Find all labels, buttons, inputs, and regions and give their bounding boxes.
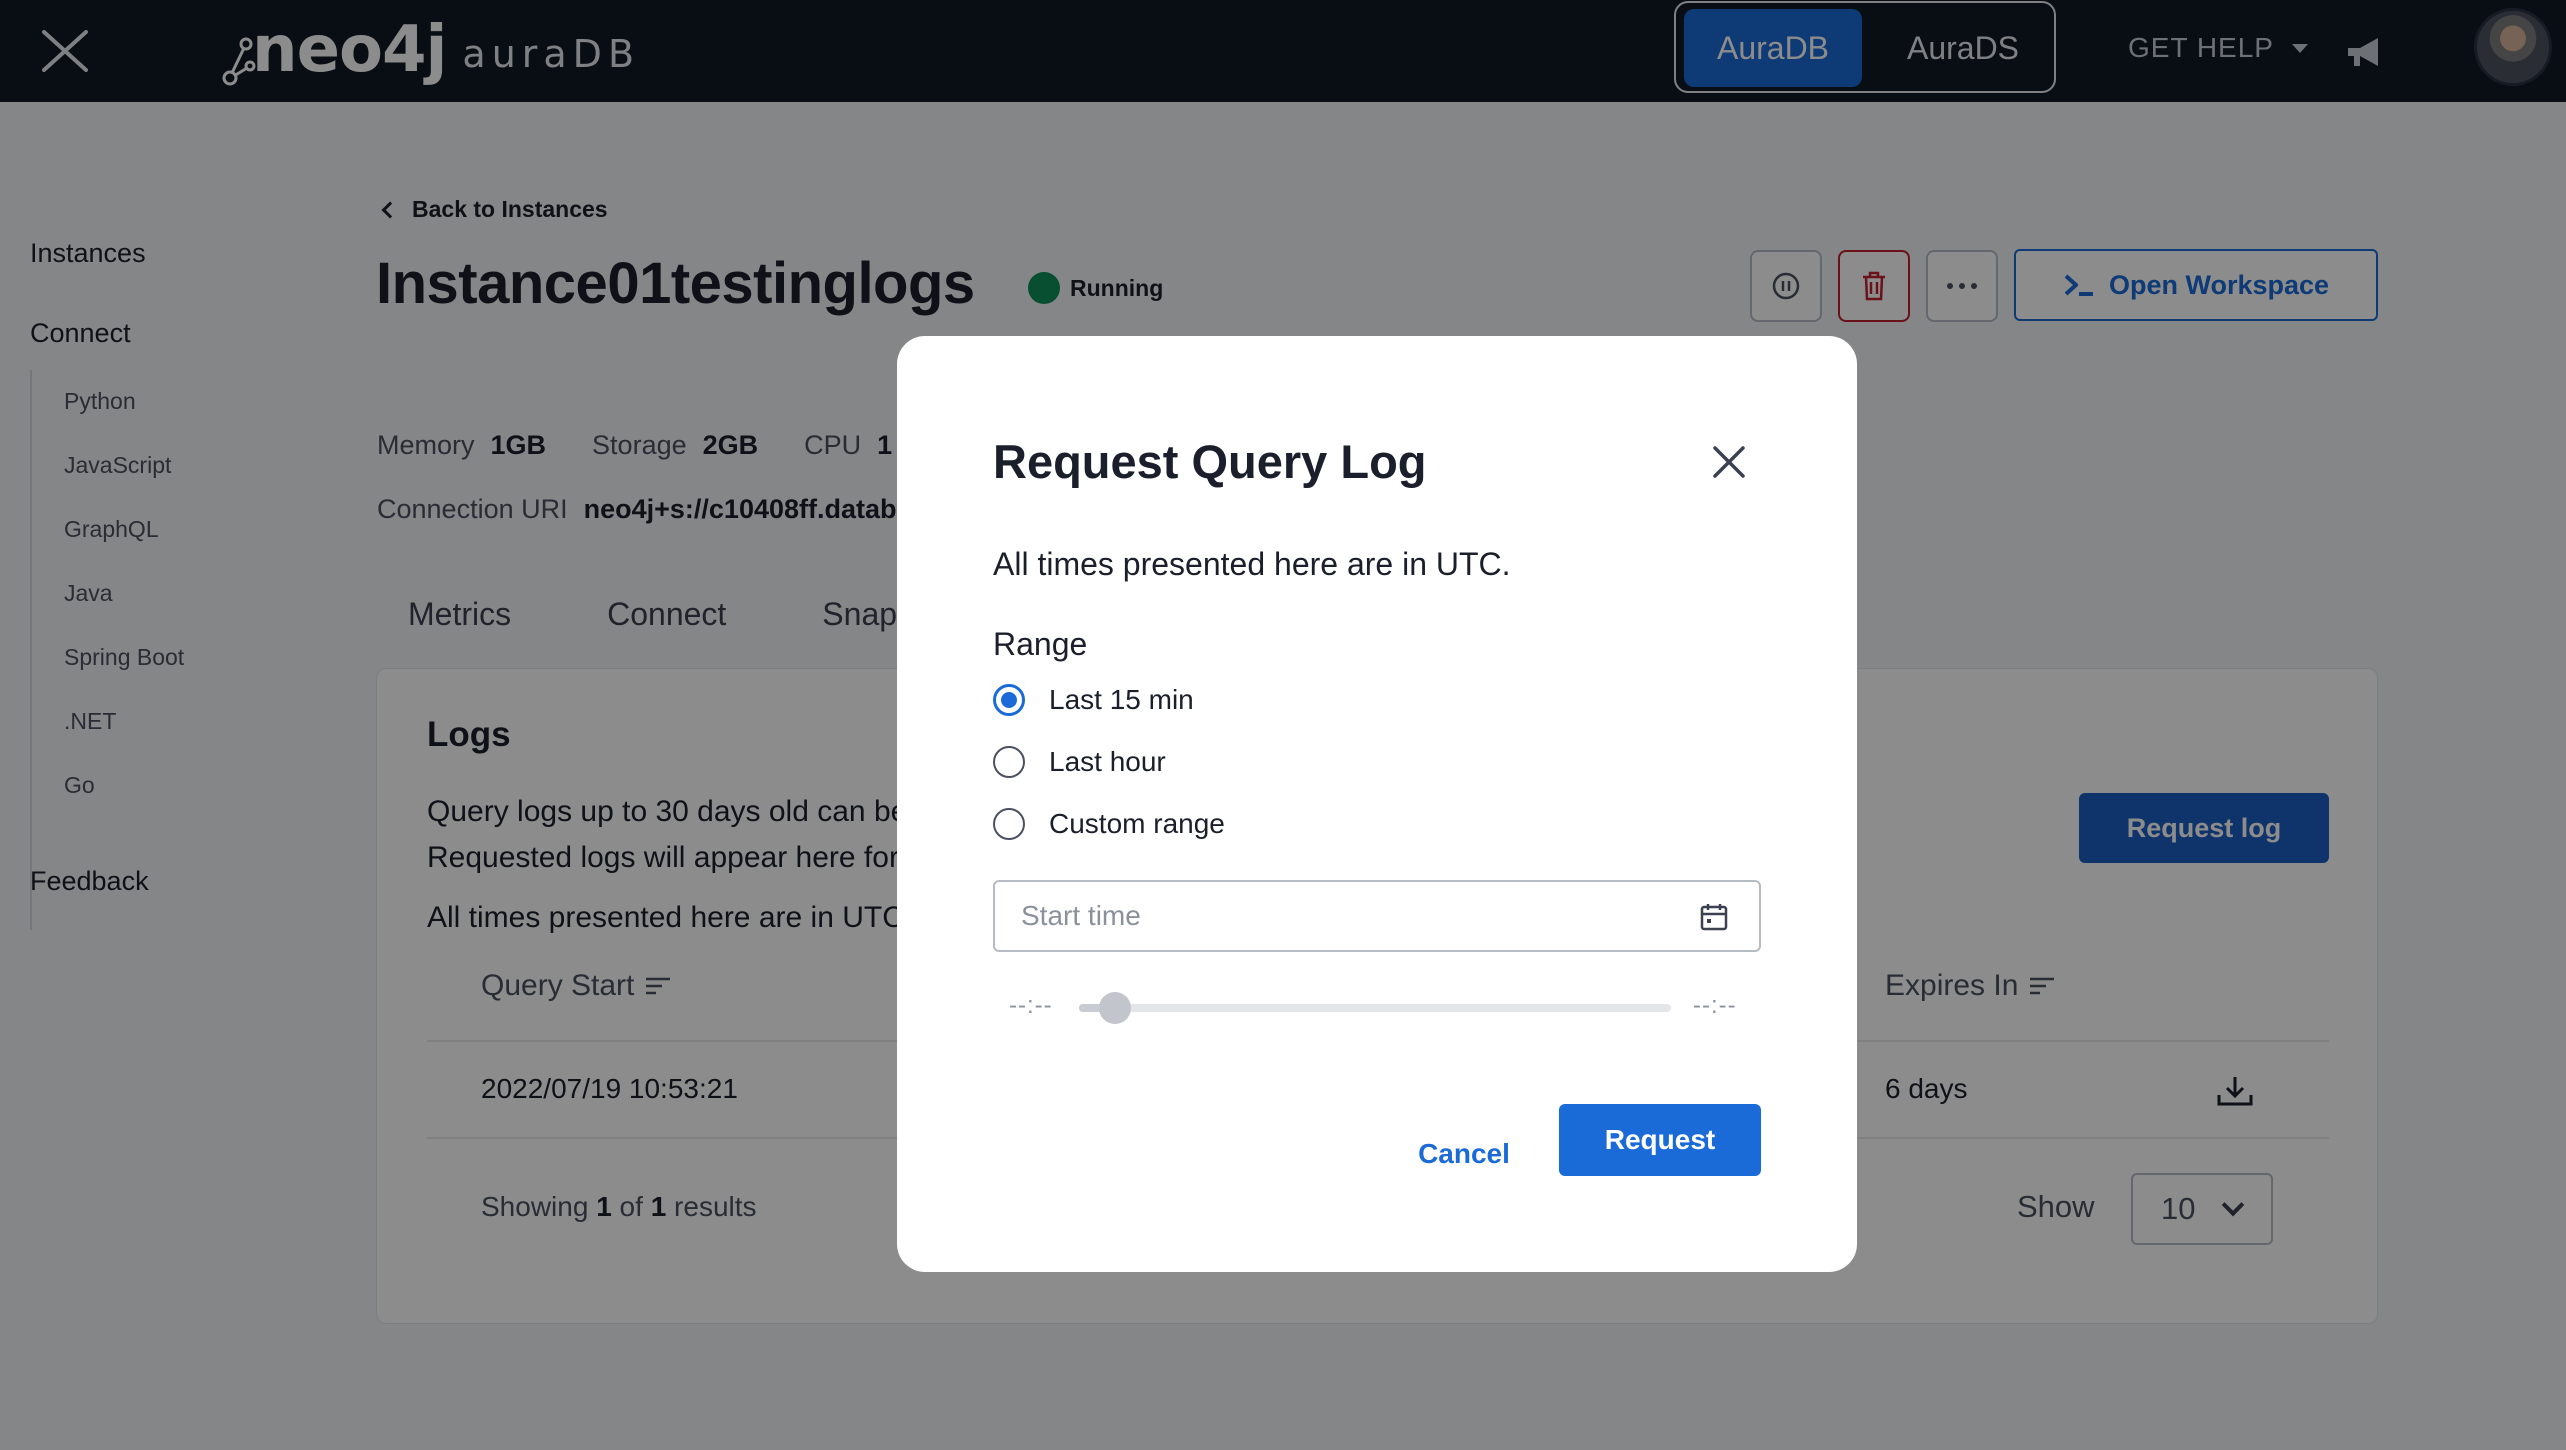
request-button[interactable]: Request — [1559, 1104, 1761, 1176]
start-time-placeholder: Start time — [1021, 900, 1141, 931]
cancel-button[interactable]: Cancel — [1385, 1124, 1543, 1184]
slider-end-label: --:-- — [1693, 992, 1737, 1019]
dialog-utc-note: All times presented here are in UTC. — [993, 546, 1511, 582]
dialog-title: Request Query Log — [993, 435, 1427, 488]
close-icon[interactable] — [1709, 442, 1749, 482]
request-query-log-dialog: Request Query Log All times presented he… — [897, 336, 1857, 1272]
radio-button[interactable] — [993, 684, 1025, 716]
time-range-slider[interactable] — [1079, 992, 1671, 1024]
range-label: Range — [993, 626, 1088, 662]
slider-start-label: --:-- — [1009, 992, 1053, 1019]
radio-label: Last 15 min — [1049, 684, 1194, 715]
radio-last-hour[interactable]: Last hour — [993, 746, 1166, 778]
slider-thumb[interactable] — [1098, 992, 1131, 1024]
radio-label: Custom range — [1049, 808, 1225, 839]
radio-last-15-min[interactable]: Last 15 min — [993, 684, 1194, 716]
calendar-icon[interactable] — [1699, 902, 1729, 932]
radio-label: Last hour — [1049, 746, 1166, 777]
radio-custom-range[interactable]: Custom range — [993, 808, 1225, 840]
radio-button[interactable] — [993, 746, 1025, 778]
radio-button[interactable] — [993, 808, 1025, 840]
start-time-input[interactable]: Start time — [993, 880, 1761, 952]
